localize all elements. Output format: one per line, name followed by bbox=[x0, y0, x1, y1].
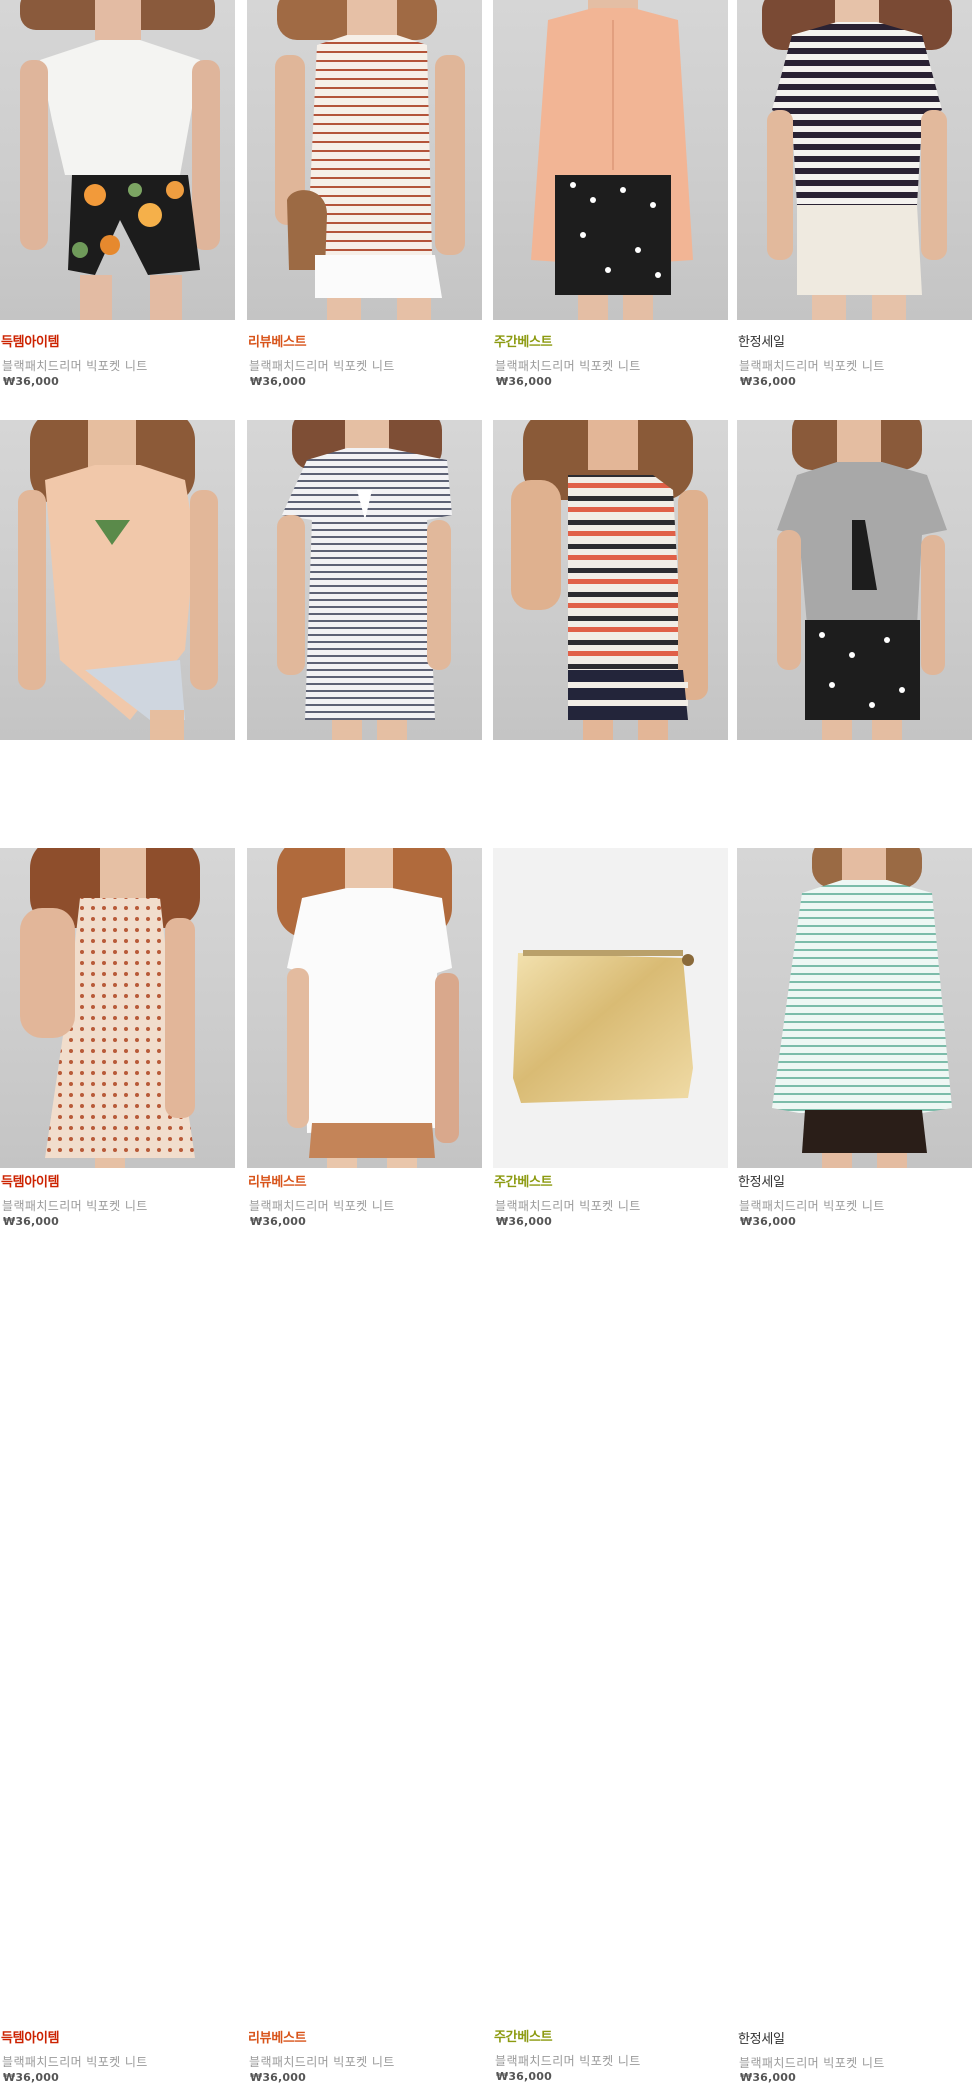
product-name[interactable]: 블랙패치드리머 빅포켓 니트 bbox=[739, 2054, 885, 2071]
product-name[interactable]: 블랙패치드리머 빅포켓 니트 bbox=[2, 2053, 148, 2070]
product-name[interactable]: 블랙패치드리머 빅포켓 니트 bbox=[2, 357, 148, 374]
product-tag[interactable]: 한정세일 bbox=[738, 2028, 785, 2047]
product-photo[interactable] bbox=[737, 848, 972, 1168]
model-photo-image bbox=[772, 848, 952, 1168]
product-photo[interactable] bbox=[247, 0, 482, 320]
product-tag[interactable]: 득템아이템 bbox=[1, 2027, 60, 2046]
product-name[interactable]: 블랙패치드리머 빅포켓 니트 bbox=[249, 357, 395, 374]
product-price: ₩36,000 bbox=[740, 375, 796, 388]
product-card[interactable]: 리뷰베스트 블랙패치드리머 빅포켓 니트 ₩36,000 bbox=[247, 420, 482, 1228]
model-photo-image bbox=[18, 420, 218, 740]
model-photo-image bbox=[277, 848, 459, 1168]
product-tag[interactable]: 득템아이템 bbox=[1, 331, 60, 350]
model-photo-image bbox=[20, 848, 200, 1168]
product-photo[interactable] bbox=[493, 420, 728, 740]
product-name[interactable]: 블랙패치드리머 빅포켓 니트 bbox=[249, 2053, 395, 2070]
product-card[interactable]: 리뷰베스트 블랙패치드리머 빅포켓 니트 ₩36,000 bbox=[247, 0, 482, 395]
product-photo[interactable] bbox=[0, 848, 235, 1168]
product-tag[interactable]: 리뷰베스트 bbox=[248, 331, 307, 350]
product-photo[interactable] bbox=[737, 420, 972, 740]
product-photo[interactable] bbox=[493, 0, 728, 320]
product-card[interactable]: 한정세일 블랙패치드리머 빅포켓 니트 ₩36,000 bbox=[737, 420, 972, 1228]
model-photo-image bbox=[531, 0, 693, 320]
product-card[interactable]: 득템아이템 블랙패치드리머 빅포켓 니트 ₩36,000 bbox=[0, 848, 235, 2084]
product-tag[interactable]: 리뷰베스트 bbox=[248, 2027, 307, 2046]
product-price: ₩36,000 bbox=[740, 2071, 796, 2084]
product-tag[interactable]: 주간베스트 bbox=[494, 2026, 553, 2045]
product-card[interactable]: 득템아이템 블랙패치드리머 빅포켓 니트 ₩36,000 bbox=[0, 420, 235, 1228]
product-price: ₩36,000 bbox=[496, 2070, 552, 2083]
product-card[interactable]: 주간베스트 블랙패치드리머 빅포켓 니트 ₩36,000 bbox=[493, 848, 728, 2083]
product-price: ₩36,000 bbox=[250, 375, 306, 388]
model-photo-image bbox=[511, 420, 708, 740]
product-card[interactable]: 주간베스트 블랙패치드리머 빅포켓 니트 ₩36,000 bbox=[493, 0, 728, 395]
model-photo-image bbox=[275, 0, 465, 320]
product-name[interactable]: 블랙패치드리머 빅포켓 니트 bbox=[739, 357, 885, 374]
model-photo-image bbox=[777, 420, 947, 740]
product-photo[interactable] bbox=[737, 0, 972, 320]
product-card[interactable]: 한정세일 블랙패치드리머 빅포켓 니트 ₩36,000 bbox=[737, 0, 972, 395]
product-photo[interactable] bbox=[493, 848, 728, 1168]
product-tag[interactable]: 한정세일 bbox=[738, 331, 785, 350]
product-card[interactable]: 한정세일 블랙패치드리머 빅포켓 니트 ₩36,000 bbox=[737, 848, 972, 2084]
product-photo[interactable] bbox=[247, 848, 482, 1168]
product-price: ₩36,000 bbox=[3, 2071, 59, 2084]
product-price: ₩36,000 bbox=[496, 375, 552, 388]
product-card[interactable]: 득템아이템 블랙패치드리머 빅포켓 니트 ₩36,000 bbox=[0, 0, 235, 395]
product-name[interactable]: 블랙패치드리머 빅포켓 니트 bbox=[495, 357, 641, 374]
model-photo-image bbox=[762, 0, 952, 320]
product-price: ₩36,000 bbox=[250, 2071, 306, 2084]
product-price: ₩36,000 bbox=[3, 375, 59, 388]
model-photo-image bbox=[277, 420, 452, 740]
product-photo[interactable] bbox=[247, 420, 482, 740]
product-photo[interactable] bbox=[0, 420, 235, 740]
product-photo[interactable] bbox=[0, 0, 235, 320]
clutch-photo-image bbox=[513, 950, 694, 1103]
product-card[interactable]: 리뷰베스트 블랙패치드리머 빅포켓 니트 ₩36,000 bbox=[247, 848, 482, 2084]
product-name[interactable]: 블랙패치드리머 빅포켓 니트 bbox=[495, 2052, 641, 2069]
product-tag[interactable]: 주간베스트 bbox=[494, 331, 553, 350]
product-card[interactable]: 주간베스트 블랙패치드리머 빅포켓 니트 ₩36,000 bbox=[493, 420, 728, 1228]
model-photo-image bbox=[20, 0, 220, 320]
